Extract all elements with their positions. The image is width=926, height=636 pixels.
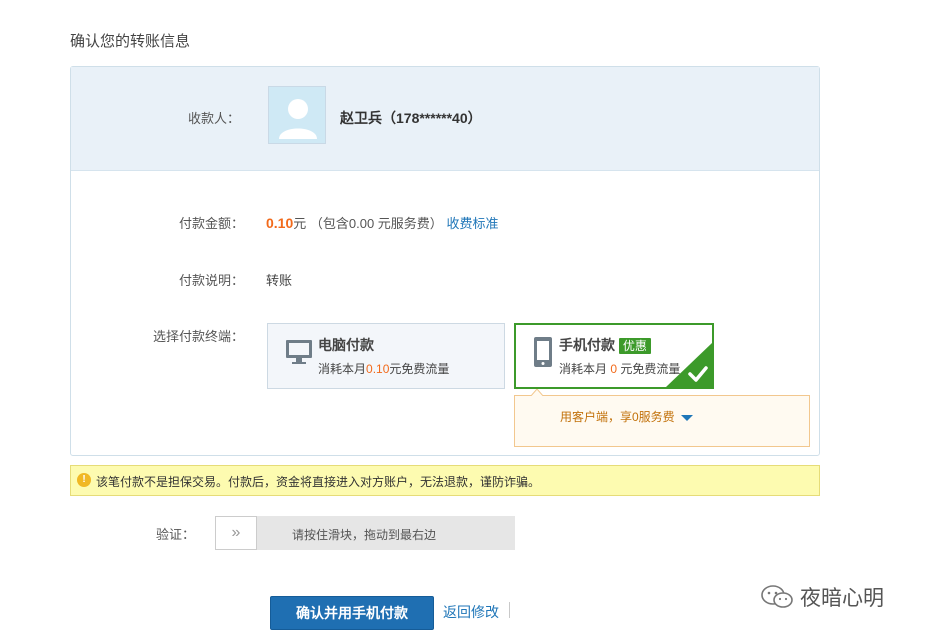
payee-name: 赵卫兵（178******40） bbox=[340, 110, 482, 126]
fee-note: （包含0.00 元服务费） bbox=[309, 216, 443, 231]
caret-down-icon bbox=[681, 414, 694, 421]
mobile-sub-value: 0 bbox=[610, 362, 618, 376]
amount-label: 付款金额： bbox=[178, 216, 244, 231]
client-tip[interactable]: 用客户端，享0服务费 bbox=[560, 408, 694, 425]
mobile-sub-prefix: 消耗本月 bbox=[559, 362, 608, 376]
pc-payment-option[interactable]: 电脑付款 消耗本月0.10元免费流量 bbox=[267, 323, 505, 389]
warning-text: 该笔付款不是担保交易。付款后，资金将直接进入对方账户，无法退款，谨防诈骗。 bbox=[96, 475, 541, 489]
discount-badge: 优惠 bbox=[618, 338, 651, 354]
verify-slider-hint: 请按住滑块，拖动到最右边 bbox=[292, 528, 437, 542]
verify-slider-handle[interactable]: » bbox=[215, 516, 257, 550]
pc-sub-value: 0.10 bbox=[366, 362, 390, 376]
note-label: 付款说明： bbox=[178, 273, 244, 288]
client-tip-text: 用客户端，享0服务费 bbox=[560, 410, 675, 424]
action-divider bbox=[509, 602, 510, 618]
avatar bbox=[268, 86, 326, 144]
verify-label: 验证： bbox=[155, 527, 195, 542]
mobile-payment-sub: 消耗本月 0 元免费流量 bbox=[559, 360, 680, 377]
confirm-pay-button[interactable]: 确认并用手机付款 bbox=[270, 596, 434, 630]
mobile-payment-title-row: 手机付款 优惠 bbox=[559, 335, 651, 355]
amount-row: 0.10元 （包含0.00 元服务费） 收费标准 bbox=[266, 213, 498, 232]
watermark-text: 夜暗心明 bbox=[800, 587, 884, 610]
pc-payment-sub: 消耗本月0.10元免费流量 bbox=[318, 360, 449, 377]
user-avatar-icon bbox=[269, 87, 325, 143]
pc-sub-suffix: 元免费流量 bbox=[389, 362, 450, 376]
fee-standard-link[interactable]: 收费标准 bbox=[446, 216, 498, 231]
watermark: 夜暗心明 bbox=[760, 582, 884, 612]
mobile-payment-option[interactable]: 手机付款 优惠 消耗本月 0 元免费流量 bbox=[514, 323, 714, 389]
amount-unit: 元 bbox=[293, 216, 307, 231]
tip-pointer-icon bbox=[530, 389, 544, 397]
selected-check-icon bbox=[666, 343, 712, 387]
monitor-icon bbox=[286, 340, 312, 364]
amount-value: 0.10 bbox=[266, 215, 294, 231]
warning-icon: ! bbox=[77, 473, 91, 487]
payee-label: 收款人： bbox=[187, 111, 240, 126]
phone-icon bbox=[534, 337, 552, 367]
pc-payment-title: 电脑付款 bbox=[318, 337, 374, 353]
note-value: 转账 bbox=[266, 273, 293, 288]
mobile-payment-title: 手机付款 bbox=[559, 337, 615, 353]
page-title: 确认您的转账信息 bbox=[70, 33, 191, 50]
wechat-icon bbox=[761, 585, 793, 608]
back-edit-link[interactable]: 返回修改 bbox=[443, 602, 499, 622]
terminal-label: 选择付款终端： bbox=[152, 329, 244, 344]
pc-sub-prefix: 消耗本月 bbox=[318, 362, 367, 376]
